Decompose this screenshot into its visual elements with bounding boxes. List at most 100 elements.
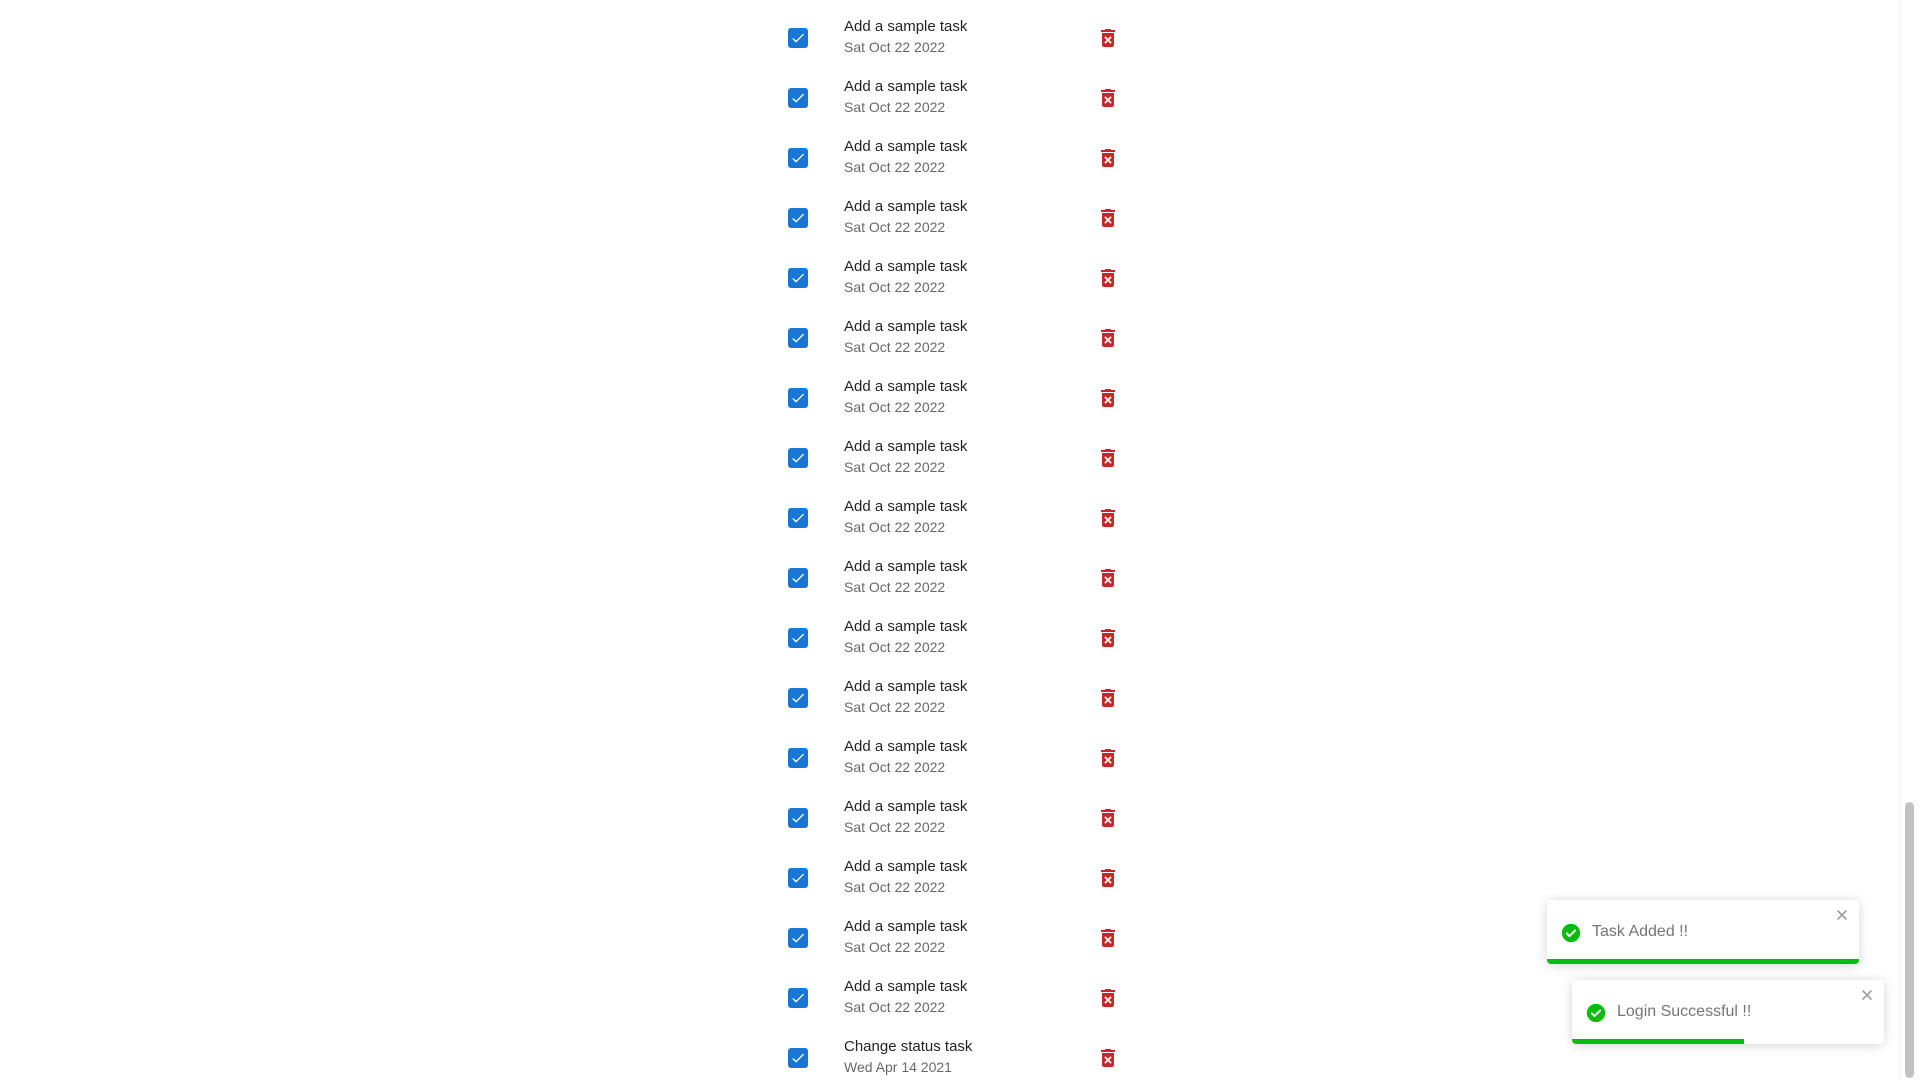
task-row: Add a sample task Sat Oct 22 2022 — [0, 847, 1900, 907]
task-title: Add a sample task — [844, 978, 968, 995]
delete-task-button[interactable] — [1096, 266, 1120, 290]
delete-task-button[interactable] — [1096, 626, 1120, 650]
task-date: Sat Oct 22 2022 — [844, 579, 946, 595]
task-status-checkbox[interactable] — [788, 988, 808, 1008]
task-status-checkbox[interactable] — [788, 688, 808, 708]
delete-forever-icon — [1101, 149, 1115, 167]
task-text: Add a sample task Sat Oct 22 2022 — [844, 738, 967, 776]
check-circle-icon — [1586, 1003, 1606, 1023]
delete-task-button[interactable] — [1096, 446, 1120, 470]
task-date: Sat Oct 22 2022 — [844, 339, 946, 355]
task-status-checkbox[interactable] — [788, 628, 808, 648]
delete-task-button[interactable] — [1096, 986, 1120, 1010]
task-status-checkbox[interactable] — [788, 568, 808, 588]
task-date: Sat Oct 22 2022 — [844, 459, 946, 475]
task-date: Sat Oct 22 2022 — [844, 399, 946, 415]
task-text: Add a sample task Sat Oct 22 2022 — [844, 438, 967, 476]
task-status-checkbox[interactable] — [788, 208, 808, 228]
close-icon[interactable] — [1835, 908, 1849, 922]
task-status-checkbox[interactable] — [788, 808, 808, 828]
scrollbar[interactable] — [1899, 0, 1920, 1080]
scrollbar-thumb[interactable] — [1905, 802, 1914, 1078]
close-icon[interactable] — [1860, 988, 1874, 1002]
delete-task-button[interactable] — [1096, 386, 1120, 410]
task-text: Add a sample task Sat Oct 22 2022 — [844, 618, 967, 656]
delete-task-button[interactable] — [1096, 566, 1120, 590]
delete-forever-icon — [1101, 389, 1115, 407]
delete-task-button[interactable] — [1096, 746, 1120, 770]
task-text: Add a sample task Sat Oct 22 2022 — [844, 318, 967, 356]
task-text: Add a sample task Sat Oct 22 2022 — [844, 858, 967, 896]
delete-forever-icon — [1101, 989, 1115, 1007]
checkbox-checked-icon — [792, 333, 804, 343]
delete-forever-icon — [1101, 749, 1115, 767]
task-text: Add a sample task Sat Oct 22 2022 — [844, 378, 967, 416]
task-title: Add a sample task — [844, 798, 968, 815]
delete-task-button[interactable] — [1096, 146, 1120, 170]
delete-task-button[interactable] — [1096, 926, 1120, 950]
task-title: Add a sample task — [844, 438, 968, 455]
task-date: Sat Oct 22 2022 — [844, 39, 946, 55]
task-row: Add a sample task Sat Oct 22 2022 — [0, 7, 1900, 67]
task-title: Add a sample task — [844, 318, 968, 335]
task-date: Sat Oct 22 2022 — [844, 699, 946, 715]
toast-progress-bar — [1547, 959, 1859, 964]
delete-forever-icon — [1101, 329, 1115, 347]
delete-forever-icon — [1101, 449, 1115, 467]
delete-task-button[interactable] — [1096, 506, 1120, 530]
delete-forever-icon — [1101, 689, 1115, 707]
task-date: Sat Oct 22 2022 — [844, 159, 946, 175]
checkbox-checked-icon — [792, 273, 804, 283]
task-status-checkbox[interactable] — [788, 328, 808, 348]
task-title: Add a sample task — [844, 918, 968, 935]
task-status-checkbox[interactable] — [788, 1048, 808, 1068]
task-status-checkbox[interactable] — [788, 148, 808, 168]
task-date: Sat Oct 22 2022 — [844, 519, 946, 535]
task-text: Add a sample task Sat Oct 22 2022 — [844, 678, 967, 716]
delete-forever-icon — [1101, 1049, 1115, 1067]
task-row: Add a sample task Sat Oct 22 2022 — [0, 67, 1900, 127]
checkbox-checked-icon — [792, 213, 804, 223]
task-date: Sat Oct 22 2022 — [844, 219, 946, 235]
checkbox-checked-icon — [792, 393, 804, 403]
delete-task-button[interactable] — [1096, 806, 1120, 830]
delete-task-button[interactable] — [1096, 686, 1120, 710]
delete-task-button[interactable] — [1096, 866, 1120, 890]
delete-task-button[interactable] — [1096, 26, 1120, 50]
delete-task-button[interactable] — [1096, 206, 1120, 230]
delete-task-button[interactable] — [1096, 1046, 1120, 1070]
delete-task-button[interactable] — [1096, 326, 1120, 350]
task-status-checkbox[interactable] — [788, 868, 808, 888]
task-row: Add a sample task Sat Oct 22 2022 — [0, 607, 1900, 667]
checkbox-checked-icon — [792, 693, 804, 703]
task-title: Add a sample task — [844, 498, 968, 515]
task-title: Add a sample task — [844, 618, 968, 635]
task-status-checkbox[interactable] — [788, 448, 808, 468]
task-status-checkbox[interactable] — [788, 748, 808, 768]
delete-forever-icon — [1101, 869, 1115, 887]
task-row: Add a sample task Sat Oct 22 2022 — [0, 187, 1900, 247]
checkbox-checked-icon — [792, 93, 804, 103]
delete-task-button[interactable] — [1096, 86, 1120, 110]
task-status-checkbox[interactable] — [788, 268, 808, 288]
task-status-checkbox[interactable] — [788, 28, 808, 48]
task-row: Add a sample task Sat Oct 22 2022 — [0, 667, 1900, 727]
toast-notification[interactable]: Task Added !! — [1547, 900, 1859, 964]
checkbox-checked-icon — [792, 513, 804, 523]
task-text: Add a sample task Sat Oct 22 2022 — [844, 138, 967, 176]
task-row: Add a sample task Sat Oct 22 2022 — [0, 547, 1900, 607]
toast-notification[interactable]: Login Successful !! — [1572, 980, 1884, 1044]
task-row: Add a sample task Sat Oct 22 2022 — [0, 367, 1900, 427]
task-status-checkbox[interactable] — [788, 928, 808, 948]
task-row: Add a sample task Sat Oct 22 2022 — [0, 487, 1900, 547]
task-status-checkbox[interactable] — [788, 88, 808, 108]
checkbox-checked-icon — [792, 753, 804, 763]
toast-progress-bar — [1572, 1039, 1744, 1044]
task-text: Add a sample task Sat Oct 22 2022 — [844, 498, 967, 536]
task-title: Add a sample task — [844, 738, 968, 755]
task-status-checkbox[interactable] — [788, 388, 808, 408]
task-date: Sat Oct 22 2022 — [844, 759, 946, 775]
task-date: Sat Oct 22 2022 — [844, 639, 946, 655]
checkbox-checked-icon — [792, 633, 804, 643]
task-status-checkbox[interactable] — [788, 508, 808, 528]
